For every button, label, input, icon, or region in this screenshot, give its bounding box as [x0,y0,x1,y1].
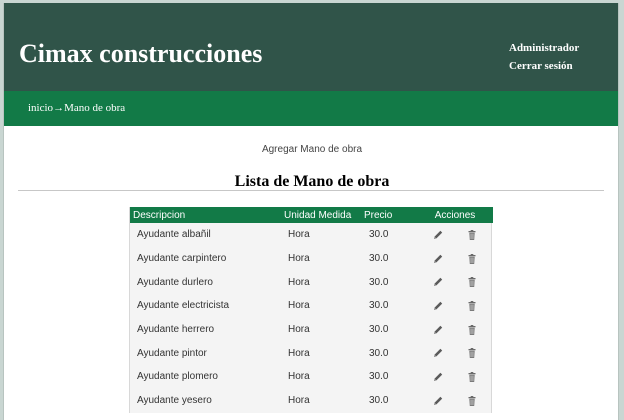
cell-descripcion: Ayudante yesero [137,395,212,407]
cell-acciones [417,294,493,318]
trash-icon[interactable] [466,276,478,288]
cell-descripcion: Ayudante pintor [137,347,207,359]
table-row: Ayudante herrero Hora 30.0 [130,318,493,342]
table-row: Ayudante albañil Hora 30.0 [130,223,493,247]
pencil-icon[interactable] [432,324,444,336]
trash-icon[interactable] [466,347,478,359]
labor-table: Descripcion Unidad Medida Precio Accione… [130,207,493,413]
cell-descripcion: Ayudante herrero [137,324,215,336]
cell-unidad: Hora [288,347,310,359]
cell-precio: 30.0 [369,253,389,265]
cell-descripcion: Ayudante plomero [137,371,218,383]
cell-precio: 30.0 [369,324,389,336]
cell-descripcion: Ayudante carpintero [137,253,227,265]
table-row: Ayudante durlero Hora 30.0 [130,270,493,294]
table-row: Ayudante electricista Hora 30.0 [130,294,493,318]
table-body: Ayudante albañil Hora 30.0 Ayudante carpint… [130,223,493,413]
pencil-icon[interactable] [432,300,444,312]
app-window: Cimax construcciones Administrador Cerra… [3,3,619,420]
breadcrumb-home-link[interactable]: inicio [28,102,53,114]
cell-unidad: Hora [288,229,310,241]
cell-unidad: Hora [288,395,310,407]
cell-unidad: Hora [288,300,310,312]
column-header-acciones: Acciones [434,209,476,221]
trash-icon[interactable] [466,253,478,265]
cell-acciones [417,247,493,271]
trash-icon[interactable] [466,395,478,407]
cell-unidad: Hora [288,371,310,383]
pencil-icon[interactable] [432,276,444,288]
cell-precio: 30.0 [369,276,389,288]
page-title: Lista de Mano de obra [234,173,390,190]
table-row: Ayudante carpintero Hora 30.0 [130,247,493,271]
cell-acciones [417,223,493,247]
cell-unidad: Hora [288,276,310,288]
cell-precio: 30.0 [369,347,389,359]
logout-link[interactable]: Cerrar sesión [509,57,579,75]
header: Cimax construcciones Administrador Cerra… [4,3,618,91]
breadcrumb-separator: → [53,102,65,114]
trash-icon[interactable] [466,324,478,336]
column-header-precio: Precio [364,209,393,221]
cell-acciones [417,341,493,365]
table-row: Ayudante pintor Hora 30.0 [130,341,493,365]
trash-icon[interactable] [466,300,478,312]
pencil-icon[interactable] [432,395,444,407]
pencil-icon[interactable] [432,347,444,359]
cell-acciones [417,270,493,294]
trash-icon[interactable] [466,371,478,383]
labor-table-container: Descripcion Unidad Medida Precio Accione… [129,207,493,413]
cell-acciones [417,365,493,389]
cell-precio: 30.0 [369,395,389,407]
cell-unidad: Hora [288,253,310,265]
column-header-unidad: Unidad Medida [284,209,352,221]
cell-descripcion: Ayudante albañil [137,229,211,241]
table-row: Ayudante plomero Hora 30.0 [130,365,493,389]
table-row: Ayudante yesero Hora 30.0 [130,389,493,413]
breadcrumb-current: Mano de obra [64,102,126,114]
pencil-icon[interactable] [432,371,444,383]
cell-unidad: Hora [288,324,310,336]
user-menu: Administrador Cerrar sesión [509,39,579,75]
title-divider [18,190,604,191]
breadcrumb: inicio→Mano de obra [28,102,125,114]
cell-precio: 30.0 [369,300,389,312]
navbar: inicio→Mano de obra [4,91,618,126]
trash-icon[interactable] [466,229,478,241]
cell-descripcion: Ayudante durlero [137,276,213,288]
pencil-icon[interactable] [432,253,444,265]
cell-precio: 30.0 [369,371,389,383]
cell-descripcion: Ayudante electricista [137,300,230,312]
brand-title: Cimax construcciones [19,39,263,68]
pencil-icon[interactable] [432,229,444,241]
cell-acciones [417,389,493,413]
cell-precio: 30.0 [369,229,389,241]
cell-acciones [417,318,493,342]
column-header-descripcion: Descripcion [133,209,186,221]
table-header-row: Descripcion Unidad Medida Precio Accione… [130,207,493,223]
add-labor-link[interactable]: Agregar Mano de obra [4,144,618,155]
user-name-link[interactable]: Administrador [509,39,579,57]
